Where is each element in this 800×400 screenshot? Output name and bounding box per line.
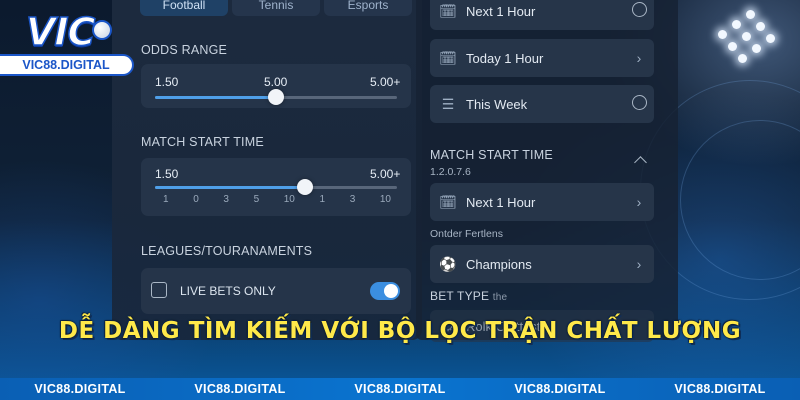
football-icon (92, 20, 112, 40)
match-start-tick-labels: 1 0 3 5 10 1 3 10 (163, 194, 391, 205)
tick-label: 3 (223, 194, 229, 205)
calendar-icon: 🗓 (439, 2, 457, 19)
headline: DỄ DÀNG TÌM KIẾM VỚI BỘ LỌC TRẬN CHẤT LƯ… (58, 318, 742, 344)
radio-button[interactable] (631, 2, 647, 17)
other-filters-label: Ontder Fertlens (430, 228, 503, 240)
time-option-today[interactable]: 🗓 Today 1 Hour › (430, 39, 654, 77)
time-option-next-hour-2[interactable]: 🗓 Next 1 Hour › (430, 183, 654, 221)
tab-football[interactable]: Football (140, 0, 228, 16)
odds-range-title: ODDS RANGE (141, 43, 228, 57)
calendar-icon: 🗓 (439, 49, 457, 66)
chevron-right-icon: › (636, 256, 642, 272)
match-start-title-right: MATCH START TIME (430, 148, 553, 162)
bet-type-title-text: BET TYPE (430, 289, 490, 303)
brand-logo[interactable]: VIC VIC88.DIGITAL (0, 8, 136, 78)
chevron-right-icon: › (636, 50, 642, 66)
league-option-champions[interactable]: ⚽ Champions › (430, 245, 654, 283)
time-option-label: Next 1 Hour (466, 3, 536, 19)
tick-label: 3 (349, 194, 356, 205)
odds-mid-label: 5.00 (264, 75, 288, 89)
footer-strip: VIC88.DIGITAL VIC88.DIGITAL VIC88.DIGITA… (0, 378, 800, 400)
calendar-icon (151, 282, 167, 298)
bet-type-title: BET TYPE the (430, 289, 507, 303)
league-option-label: Champions (466, 256, 532, 272)
footer-domain: VIC88.DIGITAL (514, 382, 606, 396)
time-option-label: This Week (466, 96, 528, 112)
time-option-week[interactable]: ☰ This Week (430, 85, 654, 123)
tick-label: 0 (193, 194, 199, 205)
odds-slider-handle[interactable] (268, 89, 284, 105)
radio-button[interactable] (631, 95, 647, 110)
brand-domain-badge: VIC88.DIGITAL (0, 54, 134, 76)
stadium-lights-icon (712, 6, 782, 66)
brand-logo-text: VIC (25, 9, 96, 55)
time-option-label: Today 1 Hour (466, 50, 544, 66)
match-start-title-left: MATCH START TIME (141, 135, 264, 149)
football-icon: ⚽ (439, 255, 457, 272)
sport-tabs: Football Tennis Esports (140, 0, 412, 16)
match-start-subtext: 1.2.0.7.6 (430, 166, 471, 178)
list-icon: ☰ (441, 95, 455, 112)
tick-label: 1 (319, 194, 326, 205)
match-start-max-label: 5.00+ (370, 167, 401, 181)
live-bets-toggle[interactable] (370, 282, 400, 300)
footer-domain: VIC88.DIGITAL (194, 382, 286, 396)
bet-type-suffix: the (492, 292, 508, 303)
odds-slider-fill (155, 96, 276, 99)
footer-domain: VIC88.DIGITAL (354, 382, 446, 396)
odds-max-label: 5.00+ (370, 75, 401, 89)
chevron-right-icon: › (636, 194, 642, 210)
leagues-title: LEAGUES/TOURANAMENTS (141, 244, 313, 258)
tick-label: 5 (253, 194, 260, 205)
tab-tennis[interactable]: Tennis (232, 0, 320, 16)
footer-domain: VIC88.DIGITAL (674, 382, 766, 396)
match-start-slider-fill (155, 186, 305, 189)
match-start-min-label: 1.50 (155, 167, 179, 181)
footer-domain: VIC88.DIGITAL (34, 382, 126, 396)
calendar-icon: 🗓 (439, 193, 457, 210)
tick-label: 10 (379, 194, 391, 205)
time-option-label: Next 1 Hour (466, 194, 536, 210)
tick-label: 1 (163, 194, 169, 205)
tab-esports[interactable]: Esports (324, 0, 412, 16)
tick-label: 10 (283, 194, 295, 205)
match-start-slider-handle[interactable] (297, 179, 313, 195)
time-option-next-hour[interactable]: 🗓 Next 1 Hour (430, 0, 654, 30)
promo-banner: Football Tennis Esports ODDS RANGE 1.50 … (0, 0, 800, 400)
odds-min-label: 1.50 (155, 75, 179, 89)
live-bets-label: LIVE BETS ONLY (180, 284, 276, 298)
